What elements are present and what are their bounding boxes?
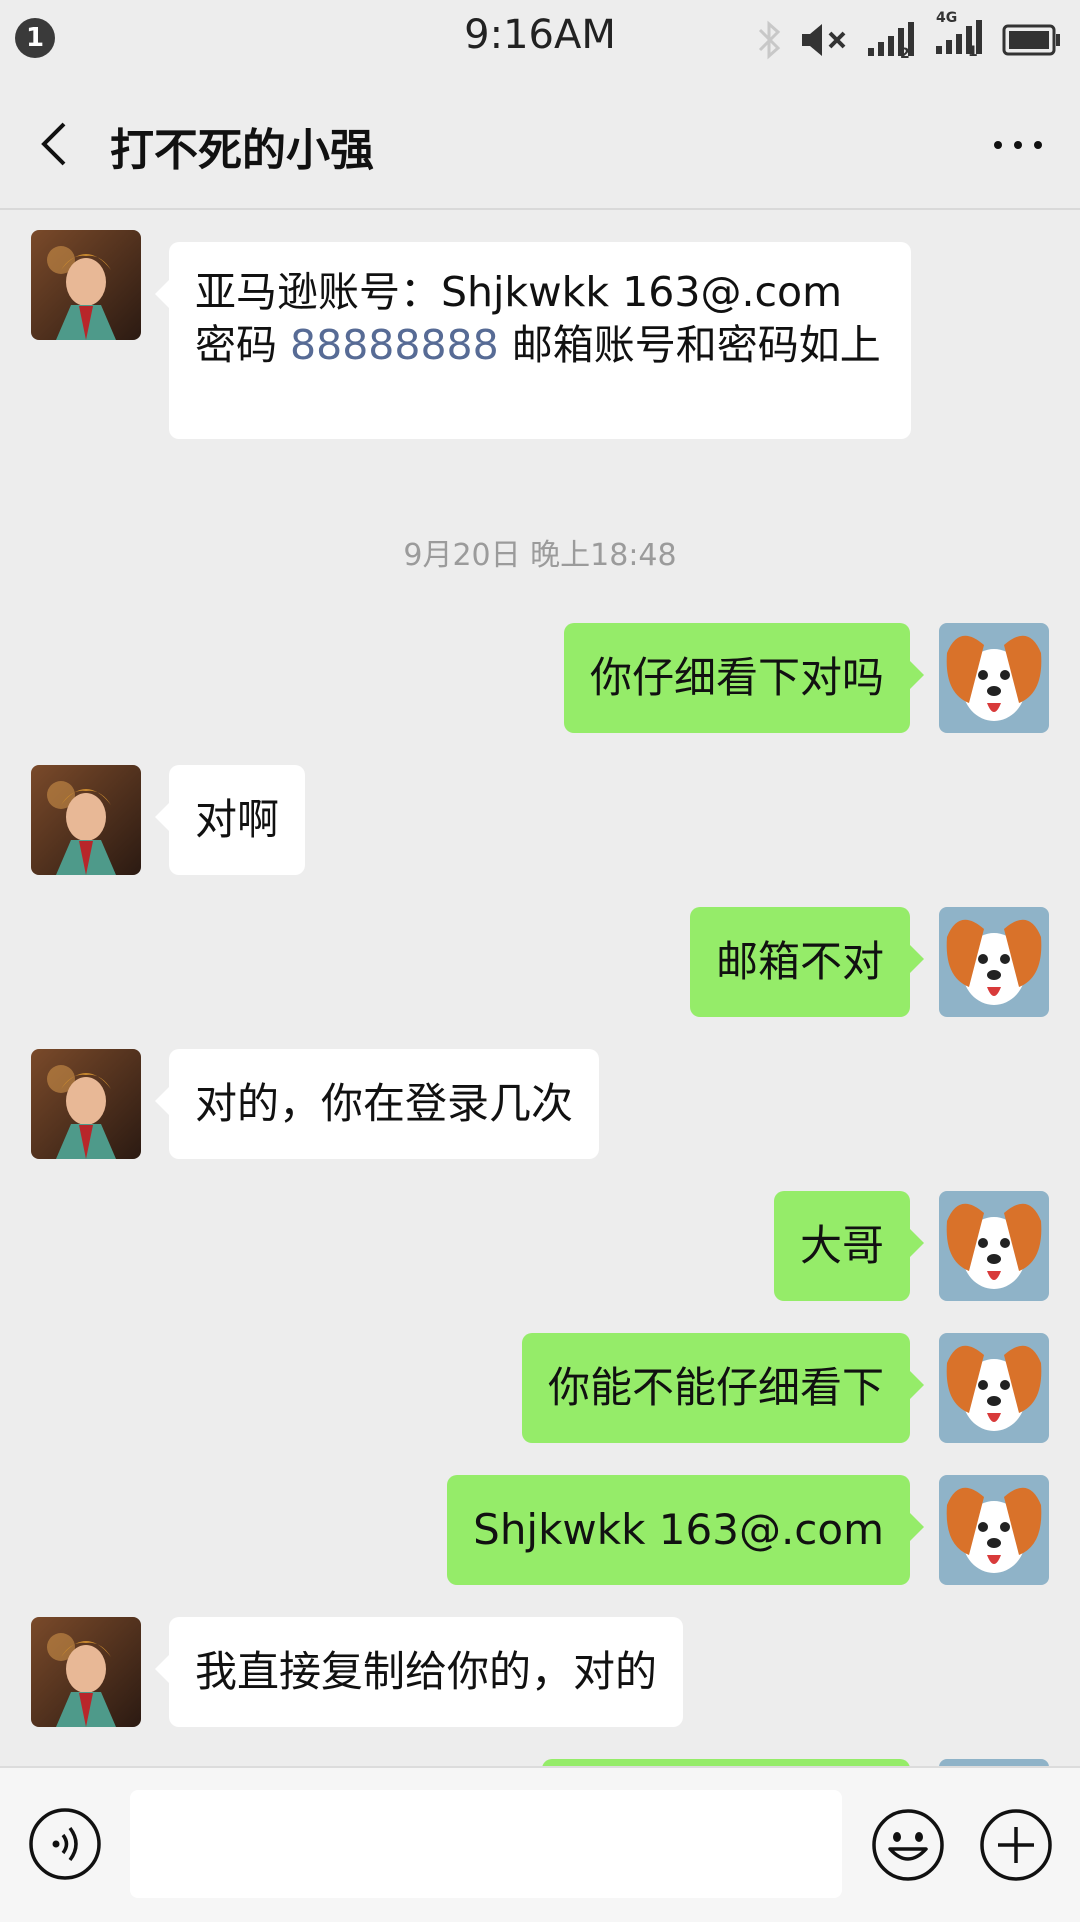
voice-input-icon[interactable] [28,1807,102,1881]
message-timestamp: 9月20日 晚上18:48 [403,538,677,573]
network-type-label: 4G [936,10,958,26]
add-plus-icon[interactable] [978,1807,1054,1883]
emoji-icon[interactable] [870,1807,946,1883]
contact-avatar[interactable] [31,1049,141,1159]
my-avatar[interactable] [939,907,1049,1017]
chat-title: 打不死的小强 [110,125,374,176]
message-bubble-sent[interactable]: 你仔细看下对吗 [563,623,925,733]
my-avatar[interactable] [939,1333,1049,1443]
more-options-icon[interactable] [988,120,1048,170]
input-bar [0,1766,1080,1922]
message-input[interactable] [130,1790,842,1898]
message-bubble-sent[interactable]: 你能不能仔细看下 [521,1333,925,1443]
contact-avatar[interactable] [31,765,141,875]
bluetooth-icon [758,20,781,60]
contact-avatar[interactable] [31,1617,141,1727]
svg-text:1: 1 [968,44,978,58]
chat-header: 打不死的小强 [0,80,1080,210]
svg-text:2: 2 [900,46,910,60]
my-avatar[interactable] [939,1191,1049,1301]
message-bubble-received[interactable]: 亚马逊账号：Shjkwkk 163@.com 密码 88888888 邮箱账号和… [155,242,911,439]
message-bubble-sent[interactable]: 邮箱不对 [689,907,925,1017]
message-bubble-received[interactable]: 对的，你在登录几次 [154,1049,600,1159]
message-bubble-sent[interactable]: Shjkwkk 163@.com [447,1475,924,1585]
message-list[interactable]: 亚马逊账号：Shjkwkk 163@.com 密码 88888888 邮箱账号和… [0,210,1080,1766]
status-icons: 2 4G 1 [754,10,1062,64]
message-bubble-received[interactable]: 对啊 [154,765,306,875]
message-bubble-received[interactable]: 我直接复制给你的，对的 [154,1617,684,1727]
signal-sim1-4g-icon: 4G 1 [934,10,988,62]
mute-icon [802,24,846,56]
phone-number-link[interactable]: 88888888 [290,321,499,369]
my-avatar[interactable] [939,1475,1049,1585]
my-avatar[interactable] [939,623,1049,733]
back-arrow-icon[interactable] [30,114,80,174]
message-bubble-sent-partial[interactable] [542,1759,910,1766]
message-bubble-sent[interactable]: 大哥 [773,1191,925,1301]
message-text: 邮箱账号和密码如上 [498,321,881,369]
my-avatar[interactable] [939,1759,1049,1766]
contact-avatar[interactable] [31,230,141,340]
battery-icon [1002,24,1060,56]
signal-sim2-icon: 2 [868,22,914,60]
status-bar: 1 9:16AM 2 4G 1 [0,0,1080,80]
